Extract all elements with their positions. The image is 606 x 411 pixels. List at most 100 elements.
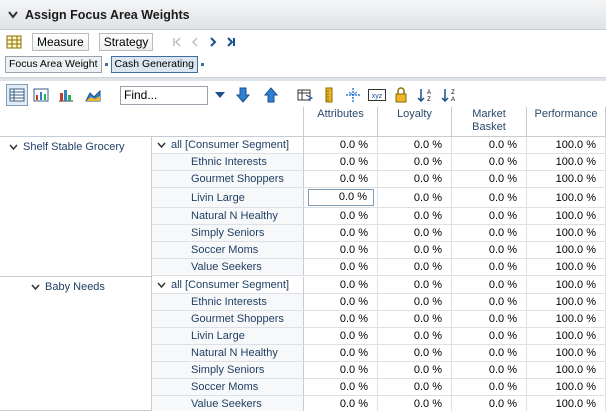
- value-cell[interactable]: 100.0 %: [527, 328, 606, 345]
- value-cell[interactable]: 0.0 %: [304, 277, 378, 294]
- chart-table-view-icon[interactable]: [30, 84, 52, 106]
- value-cell[interactable]: 0.0 %: [378, 137, 452, 154]
- segment-row-header[interactable]: Ethnic Interests: [152, 294, 304, 311]
- value-cell[interactable]: 0.0 %: [378, 345, 452, 362]
- value-cell[interactable]: 0.0 %: [378, 379, 452, 396]
- breadcrumb-item-cash-generating[interactable]: Cash Generating: [110, 55, 198, 73]
- segment-row-header[interactable]: Livin Large: [152, 328, 304, 345]
- value-cell[interactable]: 0.0 %: [452, 362, 527, 379]
- value-cell[interactable]: 0.0 %: [304, 311, 378, 328]
- find-input[interactable]: Find...: [120, 85, 208, 105]
- segment-row-header[interactable]: Value Seekers: [152, 259, 304, 276]
- value-cell[interactable]: 0.0 %: [452, 311, 527, 328]
- bar-chart-icon[interactable]: [55, 84, 77, 106]
- strategy-button[interactable]: Strategy: [98, 33, 154, 51]
- value-cell[interactable]: 100.0 %: [527, 362, 606, 379]
- value-cell[interactable]: 0.0 %: [378, 362, 452, 379]
- expand-chevron-icon[interactable]: [156, 280, 166, 290]
- value-cell[interactable]: 0.0 %: [452, 171, 527, 188]
- column-header-performance[interactable]: Performance: [527, 107, 606, 137]
- column-header-market-basket[interactable]: Market Basket: [452, 107, 527, 137]
- value-cell[interactable]: 100.0 %: [527, 137, 606, 154]
- value-cell[interactable]: 0.0 %: [378, 188, 452, 208]
- segment-row-header[interactable]: all [Consumer Segment]: [152, 137, 304, 154]
- grid-layout-icon[interactable]: [3, 31, 25, 53]
- value-cell[interactable]: 0.0 %: [378, 259, 452, 276]
- segment-row-header[interactable]: Natural N Healthy: [152, 208, 304, 225]
- value-cell[interactable]: 0.0 %: [452, 396, 527, 411]
- segment-row-header[interactable]: Soccer Moms: [152, 242, 304, 259]
- segment-row-header[interactable]: Simply Seniors: [152, 362, 304, 379]
- table-view-icon[interactable]: [6, 84, 28, 106]
- row-group-header[interactable]: Shelf Stable Grocery: [0, 137, 152, 277]
- value-cell[interactable]: 0.0 %: [452, 188, 527, 208]
- previous-page-icon[interactable]: [189, 35, 201, 49]
- value-cell[interactable]: 0.0 %: [378, 171, 452, 188]
- ruler-icon[interactable]: [318, 84, 340, 106]
- value-cell[interactable]: 0.0 %: [304, 259, 378, 276]
- value-cell[interactable]: 0.0 %: [452, 277, 527, 294]
- segment-row-header[interactable]: Soccer Moms: [152, 379, 304, 396]
- value-cell[interactable]: 100.0 %: [527, 171, 606, 188]
- value-cell[interactable]: 0.0 %: [304, 328, 378, 345]
- last-page-icon[interactable]: [225, 35, 237, 49]
- sort-ascending-icon[interactable]: AZ: [414, 84, 436, 106]
- value-cell[interactable]: 0.0 %: [452, 259, 527, 276]
- find-next-down-icon[interactable]: [232, 84, 254, 106]
- column-header-attributes[interactable]: Attributes: [304, 107, 378, 137]
- column-header-loyalty[interactable]: Loyalty: [378, 107, 452, 137]
- xyz-format-icon[interactable]: xyz: [366, 84, 388, 106]
- expand-chevron-icon[interactable]: [8, 142, 18, 152]
- segment-row-header[interactable]: Simply Seniors: [152, 225, 304, 242]
- value-cell[interactable]: 0.0 %: [304, 137, 378, 154]
- segment-row-header[interactable]: Gourmet Shoppers: [152, 171, 304, 188]
- segment-row-header[interactable]: Value Seekers: [152, 396, 304, 411]
- value-cell[interactable]: 0.0 %: [304, 294, 378, 311]
- value-cell[interactable]: 100.0 %: [527, 259, 606, 276]
- segment-row-header[interactable]: Livin Large: [152, 188, 304, 208]
- value-cell[interactable]: 100.0 %: [527, 396, 606, 411]
- sort-descending-icon[interactable]: ZA: [438, 84, 460, 106]
- value-cell[interactable]: 0.0 %: [452, 294, 527, 311]
- split-icon[interactable]: [342, 84, 364, 106]
- value-cell[interactable]: 0.0 %: [452, 345, 527, 362]
- value-cell[interactable]: 0.0 %: [378, 242, 452, 259]
- value-cell[interactable]: 0.0 %: [378, 311, 452, 328]
- value-cell[interactable]: 0.0 %: [304, 188, 378, 208]
- value-cell[interactable]: 0.0 %: [378, 208, 452, 225]
- measure-button[interactable]: Measure: [32, 33, 89, 51]
- value-cell[interactable]: 0.0 %: [304, 362, 378, 379]
- value-cell[interactable]: 0.0 %: [452, 225, 527, 242]
- value-cell[interactable]: 0.0 %: [304, 225, 378, 242]
- value-cell[interactable]: 100.0 %: [527, 277, 606, 294]
- segment-row-header[interactable]: Natural N Healthy: [152, 345, 304, 362]
- segment-row-header[interactable]: Ethnic Interests: [152, 154, 304, 171]
- value-cell[interactable]: 0.0 %: [452, 242, 527, 259]
- value-cell[interactable]: 0.0 %: [304, 242, 378, 259]
- first-page-icon[interactable]: [171, 35, 183, 49]
- value-cell[interactable]: 0.0 %: [304, 171, 378, 188]
- breadcrumb-item-focus-area-weight[interactable]: Focus Area Weight: [5, 55, 102, 73]
- value-cell[interactable]: 0.0 %: [378, 328, 452, 345]
- value-cell[interactable]: 100.0 %: [527, 294, 606, 311]
- find-dropdown-icon[interactable]: [212, 86, 228, 105]
- value-cell[interactable]: 0.0 %: [452, 379, 527, 396]
- value-cell[interactable]: 100.0 %: [527, 345, 606, 362]
- value-cell[interactable]: 0.0 %: [452, 328, 527, 345]
- value-cell[interactable]: 0.0 %: [304, 345, 378, 362]
- value-edit-input[interactable]: 0.0 %: [308, 189, 374, 206]
- value-cell[interactable]: 0.0 %: [378, 396, 452, 411]
- segment-row-header[interactable]: Gourmet Shoppers: [152, 311, 304, 328]
- value-cell[interactable]: 100.0 %: [527, 379, 606, 396]
- value-cell[interactable]: 100.0 %: [527, 188, 606, 208]
- show-hide-icon[interactable]: [294, 84, 316, 106]
- lock-icon[interactable]: [390, 84, 412, 106]
- value-cell[interactable]: 100.0 %: [527, 154, 606, 171]
- expand-chevron-icon[interactable]: [30, 282, 40, 292]
- area-chart-icon[interactable]: [82, 84, 104, 106]
- value-cell[interactable]: 0.0 %: [378, 154, 452, 171]
- value-cell[interactable]: 100.0 %: [527, 242, 606, 259]
- next-page-icon[interactable]: [207, 35, 219, 49]
- value-cell[interactable]: 0.0 %: [304, 379, 378, 396]
- value-cell[interactable]: 0.0 %: [304, 396, 378, 411]
